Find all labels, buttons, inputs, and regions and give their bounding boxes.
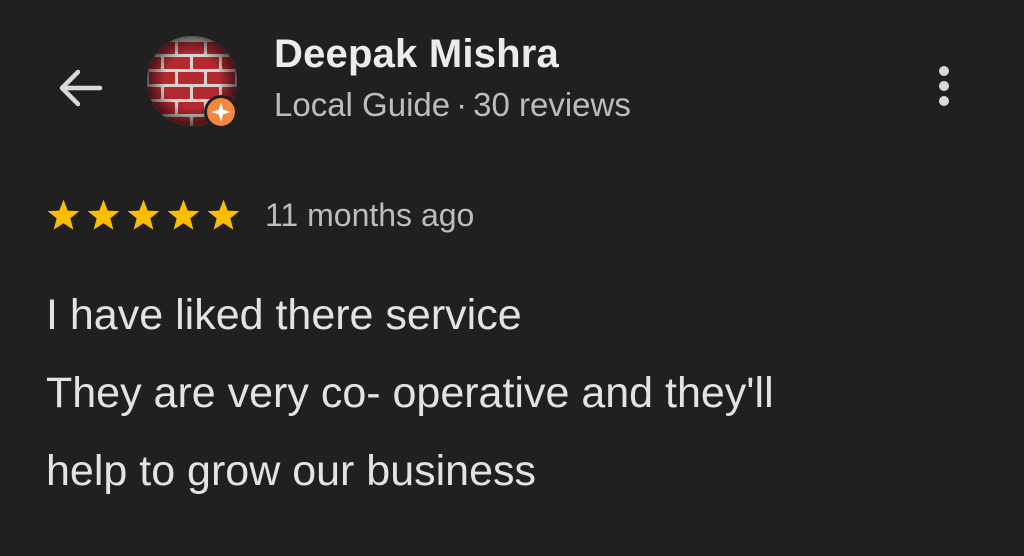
reviewer-name[interactable]: Deepak Mishra xyxy=(274,32,559,77)
local-guide-star-badge-icon xyxy=(203,94,239,130)
review-count: 30 reviews xyxy=(473,86,631,123)
rating-row: 11 months ago xyxy=(44,190,474,240)
star-icon xyxy=(207,199,240,230)
star-icon xyxy=(47,199,80,230)
star-icon xyxy=(127,199,160,230)
review-text: I have liked there service They are very … xyxy=(46,276,986,510)
reviewer-subline[interactable]: Local Guide · 30 reviews xyxy=(274,86,631,124)
local-guide-label: Local Guide xyxy=(274,86,451,123)
star-icon xyxy=(167,199,200,230)
reviewer-avatar[interactable] xyxy=(147,36,239,130)
arrow-left-icon xyxy=(59,69,103,107)
star-rating xyxy=(44,196,243,235)
review-line: help to grow our business xyxy=(46,447,537,495)
star-icon xyxy=(87,199,120,230)
back-button[interactable] xyxy=(52,60,108,116)
separator-dot: · xyxy=(456,86,468,123)
review-time: 11 months ago xyxy=(265,196,475,233)
review-line: I have liked there service xyxy=(46,291,522,339)
review-line: They are very co- operative and they'll xyxy=(46,369,774,417)
more-vert-icon xyxy=(939,66,949,106)
more-options-button[interactable] xyxy=(920,58,968,114)
